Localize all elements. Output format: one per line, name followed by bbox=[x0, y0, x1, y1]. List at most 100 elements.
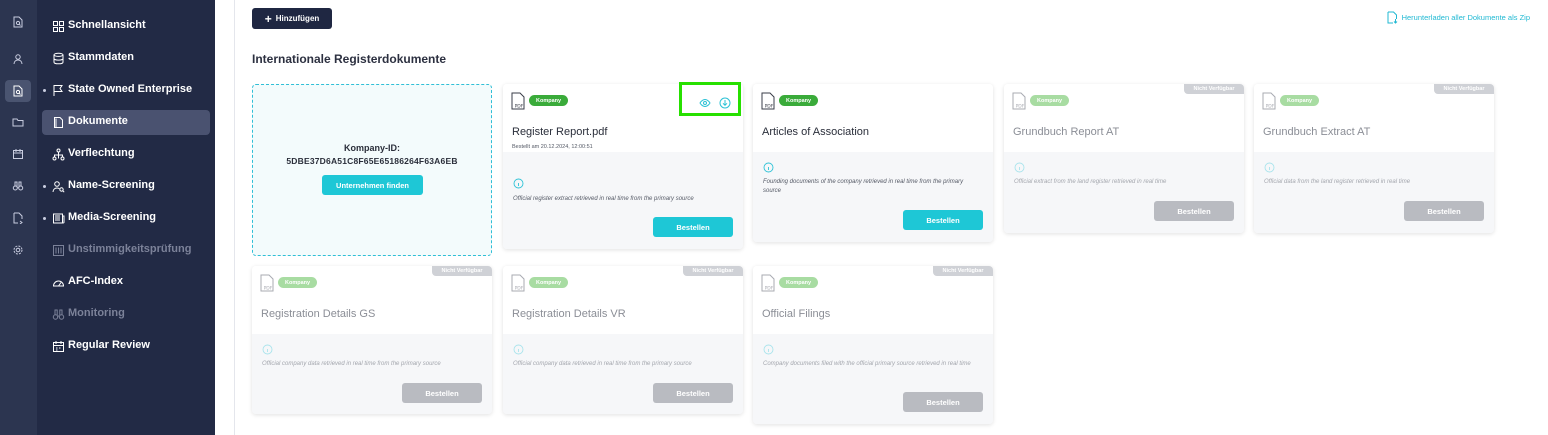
document-card-official-filings: Nicht Verfügbar PDF Kompany Official Fil… bbox=[753, 266, 993, 424]
document-icon bbox=[52, 116, 65, 129]
sidebar-item-state-owned-enterprise[interactable]: State Owned Enterprise bbox=[42, 78, 210, 103]
sidebar-item-afc-index[interactable]: AFC-Index bbox=[42, 270, 210, 295]
company-search-card: Kompany-ID: 5DBE37D6A51C8F65E65186264F63… bbox=[252, 84, 492, 256]
document-card-grundbuch-report-at: Nicht Verfügbar PDF Kompany Grundbuch Re… bbox=[1004, 84, 1244, 233]
card-title: Articles of Association bbox=[762, 126, 869, 138]
sidebar-item-label: Stammdaten bbox=[68, 51, 135, 63]
network-icon bbox=[52, 148, 65, 161]
sidebar-item-monitoring[interactable]: Monitoring bbox=[42, 302, 210, 327]
sidebar-item-label: AFC-Index bbox=[68, 275, 123, 287]
pdf-file-icon: PDF bbox=[260, 274, 274, 292]
sidebar-item-label: Regular Review bbox=[68, 339, 150, 351]
download-document-icon bbox=[1387, 11, 1397, 24]
order-button-disabled: Bestellen bbox=[1154, 201, 1234, 221]
sidebar-item-label: Media-Screening bbox=[68, 211, 157, 223]
grid-icon bbox=[52, 20, 65, 33]
bullet-dot bbox=[43, 217, 46, 220]
pdf-file-icon: PDF bbox=[761, 274, 775, 292]
svg-text:PDF: PDF bbox=[264, 286, 273, 292]
section-title: Internationale Registerdokumente bbox=[252, 52, 447, 66]
card-description: Official data from the land register ret… bbox=[1264, 179, 1411, 185]
order-date: Bestellt am 20.12.2024, 12:00:51 bbox=[512, 144, 593, 150]
svg-text:PDF: PDF bbox=[765, 104, 774, 110]
not-available-ribbon: Nicht Verfügbar bbox=[933, 266, 993, 276]
document-search-icon-active[interactable] bbox=[5, 80, 31, 102]
svg-text:PDF: PDF bbox=[515, 286, 524, 292]
card-title: Grundbuch Extract AT bbox=[1263, 126, 1371, 138]
gauge-icon bbox=[52, 276, 65, 289]
plus-icon: + bbox=[264, 11, 272, 26]
info-icon bbox=[513, 344, 524, 355]
sidebar-item-label: Name-Screening bbox=[68, 179, 155, 191]
card-description: Official company data retrieved in real … bbox=[513, 361, 692, 367]
order-button-disabled: Bestellen bbox=[1404, 201, 1484, 221]
bullet-dot bbox=[43, 185, 46, 188]
folder-icon[interactable] bbox=[9, 113, 27, 131]
source-badge: Kompany bbox=[779, 95, 819, 106]
order-button[interactable]: Bestellen bbox=[903, 210, 983, 230]
source-badge: Kompany bbox=[779, 277, 819, 288]
sliders-icon bbox=[52, 244, 65, 257]
sidebar-item-stammdaten[interactable]: Stammdaten bbox=[42, 46, 210, 71]
card-description: Company documents filed with the officia… bbox=[763, 361, 971, 367]
pdf-file-icon: PDF bbox=[511, 92, 525, 110]
not-available-ribbon: Nicht Verfügbar bbox=[683, 266, 743, 276]
svg-text:PDF: PDF bbox=[765, 286, 774, 292]
sidebar-item-label: Schnellansicht bbox=[68, 19, 146, 31]
order-button[interactable]: Bestellen bbox=[653, 217, 733, 237]
svg-text:PDF: PDF bbox=[1266, 104, 1275, 110]
card-description: Founding documents of the company retrie… bbox=[763, 179, 964, 194]
sidebar-item-unstimmigkeitspruefung[interactable]: Unstimmigkeitsprüfung bbox=[42, 238, 210, 263]
person-icon[interactable] bbox=[9, 50, 27, 68]
sidebar-item-label: Unstimmigkeitsprüfung bbox=[68, 243, 192, 255]
sidebar-item-label: Dokumente bbox=[68, 115, 128, 127]
pdf-file-icon: PDF bbox=[1262, 92, 1276, 110]
sidebar-item-regular-review[interactable]: Regular Review bbox=[42, 334, 210, 359]
binoculars-icon bbox=[52, 308, 65, 321]
sidebar-item-name-screening[interactable]: Name-Screening bbox=[42, 174, 210, 199]
download-all-zip-link[interactable]: Herunterladen aller Dokumente als Zip bbox=[1387, 11, 1530, 24]
download-all-label: Herunterladen aller Dokumente als Zip bbox=[1401, 13, 1530, 22]
card-description: Official extract from the land register … bbox=[1014, 179, 1167, 185]
card-title: Registration Details VR bbox=[512, 308, 626, 320]
order-button-disabled: Bestellen bbox=[402, 383, 482, 403]
sidebar-item-dokumente[interactable]: Dokumente bbox=[42, 110, 210, 135]
card-title: Register Report.pdf bbox=[512, 126, 608, 138]
document-search-icon[interactable] bbox=[9, 13, 27, 31]
add-button[interactable]: + Hinzufügen bbox=[252, 8, 332, 29]
order-button-disabled: Bestellen bbox=[653, 383, 733, 403]
info-icon bbox=[1264, 162, 1275, 173]
calendar-icon[interactable] bbox=[9, 145, 27, 163]
pdf-file-icon: PDF bbox=[511, 274, 525, 292]
find-company-button[interactable]: Unternehmen finden bbox=[322, 175, 423, 195]
bullet-dot bbox=[43, 89, 46, 92]
info-icon bbox=[513, 178, 524, 189]
not-available-ribbon: Nicht Verfügbar bbox=[432, 266, 492, 276]
flag-icon bbox=[52, 84, 65, 97]
document-card-registration-details-vr: Nicht Verfügbar PDF Kompany Registration… bbox=[503, 266, 743, 414]
document-card-grundbuch-extract-at: Nicht Verfügbar PDF Kompany Grundbuch Ex… bbox=[1254, 84, 1494, 233]
sidebar-item-media-screening[interactable]: Media-Screening bbox=[42, 206, 210, 231]
binoculars-icon[interactable] bbox=[9, 177, 27, 195]
gear-icon[interactable] bbox=[9, 241, 27, 259]
pdf-file-icon: PDF bbox=[761, 92, 775, 110]
info-icon bbox=[262, 344, 273, 355]
sidebar-item-label: Monitoring bbox=[68, 307, 125, 319]
sidebar: Schnellansicht Stammdaten State Owned En… bbox=[37, 0, 215, 435]
source-badge: Kompany bbox=[278, 277, 318, 288]
card-title: Grundbuch Report AT bbox=[1013, 126, 1120, 138]
sidebar-item-label: Verflechtung bbox=[68, 147, 135, 159]
document-card-registration-details-gs: Nicht Verfügbar PDF Kompany Registration… bbox=[252, 266, 492, 414]
kompany-id-value: 5DBE37D6A51C8F65E65186264F63A6EB bbox=[286, 156, 458, 166]
not-available-ribbon: Nicht Verfügbar bbox=[1434, 84, 1494, 94]
newspaper-icon bbox=[52, 212, 65, 225]
sidebar-item-verflechtung[interactable]: Verflechtung bbox=[42, 142, 210, 167]
source-badge: Kompany bbox=[1030, 95, 1070, 106]
document-share-icon[interactable] bbox=[9, 209, 27, 227]
svg-text:PDF: PDF bbox=[515, 104, 524, 110]
sidebar-item-schnellansicht[interactable]: Schnellansicht bbox=[42, 14, 210, 39]
document-card-articles-of-association: PDF Kompany Articles of Association Foun… bbox=[753, 84, 993, 242]
not-available-ribbon: Nicht Verfügbar bbox=[1184, 84, 1244, 94]
card-description: Official company data retrieved in real … bbox=[262, 361, 441, 367]
icon-rail bbox=[0, 0, 37, 435]
